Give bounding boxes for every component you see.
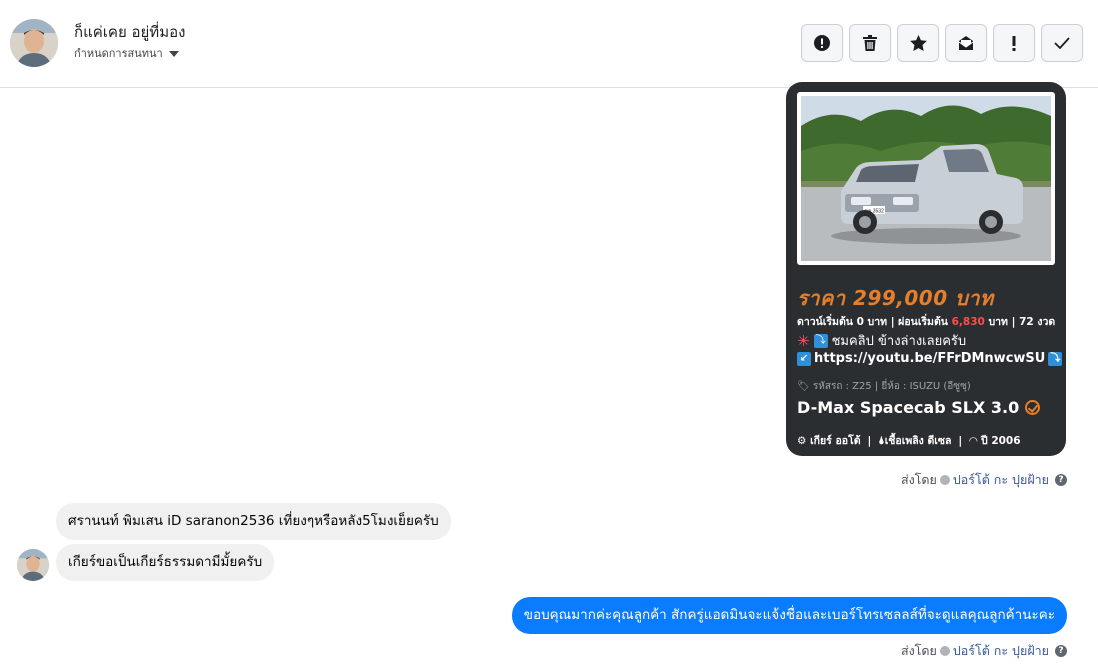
conversation-setting-label: กำหนดการสนทนา xyxy=(74,47,163,60)
car-code-brand-text: รหัสรถ : Z25 | ยี่ห้อ : ISUZU (อีซูซุ) xyxy=(812,381,971,392)
asterisk-icon: ✳ xyxy=(797,331,810,350)
year-spec: ปี 2006 xyxy=(981,435,1021,447)
exclamation-icon xyxy=(1012,35,1016,51)
sender-name[interactable]: ปอร์โต้ กะ ปุยฝ้าย xyxy=(953,470,1049,490)
down-payment-suffix: บาท | 72 งวด xyxy=(984,316,1056,328)
sent-by-info: ส่งโดย ปอร์โต้ กะ ปุยฝ้าย ? xyxy=(901,641,1067,661)
spec-divider: | xyxy=(867,435,872,447)
mark-unread-icon xyxy=(958,35,974,51)
caret-down-icon xyxy=(168,50,179,57)
fuel-spec: เชื้อเพลิง ดีเซล xyxy=(884,435,952,447)
contact-avatar[interactable] xyxy=(10,19,58,67)
car-code-brand: 🏷 รหัสรถ : Z25 | ยี่ห้อ : ISUZU (อีซูซุ) xyxy=(797,379,971,394)
incoming-message[interactable]: เกียร์ขอเป็นเกียร์ธรรมดามีมั้ยครับ xyxy=(56,544,275,581)
gear-icon: ⚙ xyxy=(797,435,811,447)
tag-icon: 🏷 xyxy=(797,381,813,392)
car-price: ราคา 299,000 บาท xyxy=(797,286,994,310)
car-photo-illustration: ฌย 3532 xyxy=(801,96,1051,261)
alert-icon xyxy=(814,35,830,51)
car-model: D-Max Spacecab SLX 3.0 xyxy=(797,398,1041,417)
contact-name: ก็แค่เคย อยู่ที่มอง xyxy=(74,23,186,41)
sent-by-prefix: ส่งโดย xyxy=(900,643,937,658)
car-listing-card[interactable]: ฌย 3532 ราคา 299,000 บาท ดาวน์เริ่มต้น 0… xyxy=(786,82,1066,456)
down-payment-prefix: ดาวน์เริ่มต้น 0 บาท | ผ่อนเริ่มต้น xyxy=(797,316,952,328)
youtube-link[interactable]: https://youtu.be/FFrDMnwcwSU xyxy=(814,351,1045,366)
sent-check-icon xyxy=(939,646,950,656)
car-photo[interactable]: ฌย 3532 xyxy=(797,92,1055,265)
clip-prompt-text: ชมคลิป ข้างล่างเลยครับ xyxy=(831,334,967,349)
youtube-link-row[interactable]: ↙ https://youtu.be/FFrDMnwcwSU ⤵ xyxy=(797,351,1063,366)
conversation-toolbar xyxy=(801,24,1083,62)
delete-button[interactable] xyxy=(849,24,891,62)
sent-by-info: ส่งโดย ปอร์โต้ กะ ปุยฝ้าย ? xyxy=(901,470,1067,490)
conversation-header: ก็แค่เคย อยู่ที่มอง กำหนดการสนทนา xyxy=(0,0,1098,88)
gauge-icon: ◠ xyxy=(969,435,981,447)
star-button[interactable] xyxy=(897,24,939,62)
gear-spec: เกียร์ ออโต้ xyxy=(810,435,861,447)
down-payment-info: ดาวน์เริ่มต้น 0 บาท | ผ่อนเริ่มต้น 6,830… xyxy=(797,313,1055,330)
arrow-down-right-icon: ⤵ xyxy=(813,333,828,348)
sender-name[interactable]: ปอร์โต้ กะ ปุยฝ้าย xyxy=(953,641,1049,661)
mark-important-button[interactable] xyxy=(993,24,1035,62)
mark-done-button[interactable] xyxy=(1041,24,1083,62)
clip-prompt: ✳ ⤵ ชมคลิป ข้างล่างเลยครับ xyxy=(797,330,966,351)
checkmark-icon xyxy=(1054,37,1070,49)
trash-icon xyxy=(863,35,877,51)
spec-divider: | xyxy=(958,435,963,447)
sent-by-prefix: ส่งโดย xyxy=(900,472,937,487)
mark-unread-button[interactable] xyxy=(945,24,987,62)
outgoing-message[interactable]: ขอบคุณมากค่ะคุณลูกค้า สักครู่แอดมินจะแจ้… xyxy=(511,597,1067,634)
star-icon xyxy=(909,35,927,51)
verified-check-icon xyxy=(1025,400,1041,415)
car-specs: ⚙ เกียร์ ออโต้ | 🌢เชื้อเพลิง ดีเซล | ◠ ปี 20… xyxy=(797,432,1021,449)
sender-avatar[interactable] xyxy=(17,549,49,581)
arrow-down-right-icon-end: ⤵ xyxy=(1048,351,1063,366)
help-icon[interactable]: ? xyxy=(1055,474,1067,486)
report-button[interactable] xyxy=(801,24,843,62)
conversation-setting-dropdown[interactable]: กำหนดการสนทนา xyxy=(74,44,179,62)
installment-amount: 6,830 xyxy=(951,316,985,328)
incoming-message[interactable]: ศรานนท์ พิมเสน iD saranon2536 เที่ยงๆหรื… xyxy=(56,503,451,540)
arrow-down-left-icon: ↙ xyxy=(797,351,811,366)
sent-check-icon xyxy=(939,475,950,485)
help-icon[interactable]: ? xyxy=(1055,645,1067,657)
car-model-text: D-Max Spacecab SLX 3.0 xyxy=(797,398,1020,417)
